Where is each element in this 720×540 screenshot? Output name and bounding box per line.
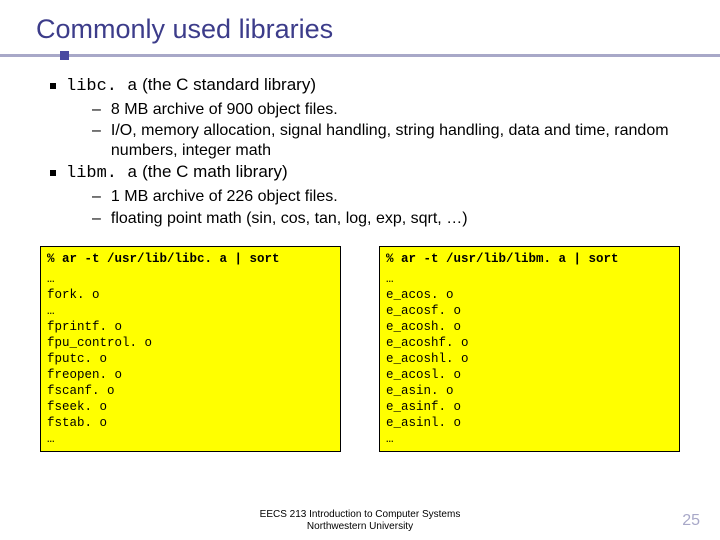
dash-icon: –: [92, 187, 101, 207]
codebox-libc: % ar -t /usr/lib/libc. a | sort … fork. o…: [40, 246, 341, 452]
bullet-1-desc: (the C standard library): [137, 75, 316, 94]
bullet-dot-icon: [50, 170, 56, 176]
subbullet-2-2-text: floating point math (sin, cos, tan, log,…: [111, 209, 684, 229]
slide-title: Commonly used libraries: [36, 14, 684, 45]
dash-icon: –: [92, 121, 101, 160]
codebox-libm-lines: … e_acos. o e_acosf. o e_acosh. o e_acos…: [386, 271, 673, 447]
subbullet-1-1-text: 8 MB archive of 900 object files.: [111, 100, 684, 120]
slide: Commonly used libraries libc. a (the C s…: [0, 0, 720, 540]
footer-line-2: Northwestern University: [0, 521, 720, 533]
dash-icon: –: [92, 100, 101, 120]
subbullet-1-1: – 8 MB archive of 900 object files.: [92, 100, 684, 120]
bullet-dot-icon: [50, 83, 56, 89]
subbullet-2-1: – 1 MB archive of 226 object files.: [92, 187, 684, 207]
subbullet-1-2-text: I/O, memory allocation, signal handling,…: [111, 121, 684, 160]
code-boxes: % ar -t /usr/lib/libc. a | sort … fork. o…: [40, 246, 680, 452]
rule-line: [0, 54, 720, 57]
slide-body: libc. a (the C standard library) – 8 MB …: [36, 75, 684, 452]
bullet-2: libm. a (the C math library): [50, 162, 684, 185]
title-rule: [36, 51, 684, 61]
codebox-libm-cmd: % ar -t /usr/lib/libm. a | sort: [386, 251, 673, 267]
subbullet-1-2: – I/O, memory allocation, signal handlin…: [92, 121, 684, 160]
codebox-libm: % ar -t /usr/lib/libm. a | sort … e_acos.…: [379, 246, 680, 452]
bullet-1-code: libc. a: [66, 77, 137, 96]
page-number: 25: [682, 512, 700, 530]
slide-footer: EECS 213 Introduction to Computer System…: [0, 509, 720, 532]
bullet-1-text: libc. a (the C standard library): [66, 75, 684, 98]
footer-line-1: EECS 213 Introduction to Computer System…: [0, 509, 720, 521]
bullet-2-text: libm. a (the C math library): [66, 162, 684, 185]
rule-square: [60, 51, 69, 60]
subbullet-2-2: – floating point math (sin, cos, tan, lo…: [92, 209, 684, 229]
bullet-2-desc: (the C math library): [137, 162, 287, 181]
dash-icon: –: [92, 209, 101, 229]
codebox-libc-cmd: % ar -t /usr/lib/libc. a | sort: [47, 251, 334, 267]
bullet-1: libc. a (the C standard library): [50, 75, 684, 98]
codebox-libc-lines: … fork. o … fprintf. o fpu_control. o fp…: [47, 271, 334, 447]
bullet-2-code: libm. a: [66, 164, 137, 183]
subbullet-2-1-text: 1 MB archive of 226 object files.: [111, 187, 684, 207]
